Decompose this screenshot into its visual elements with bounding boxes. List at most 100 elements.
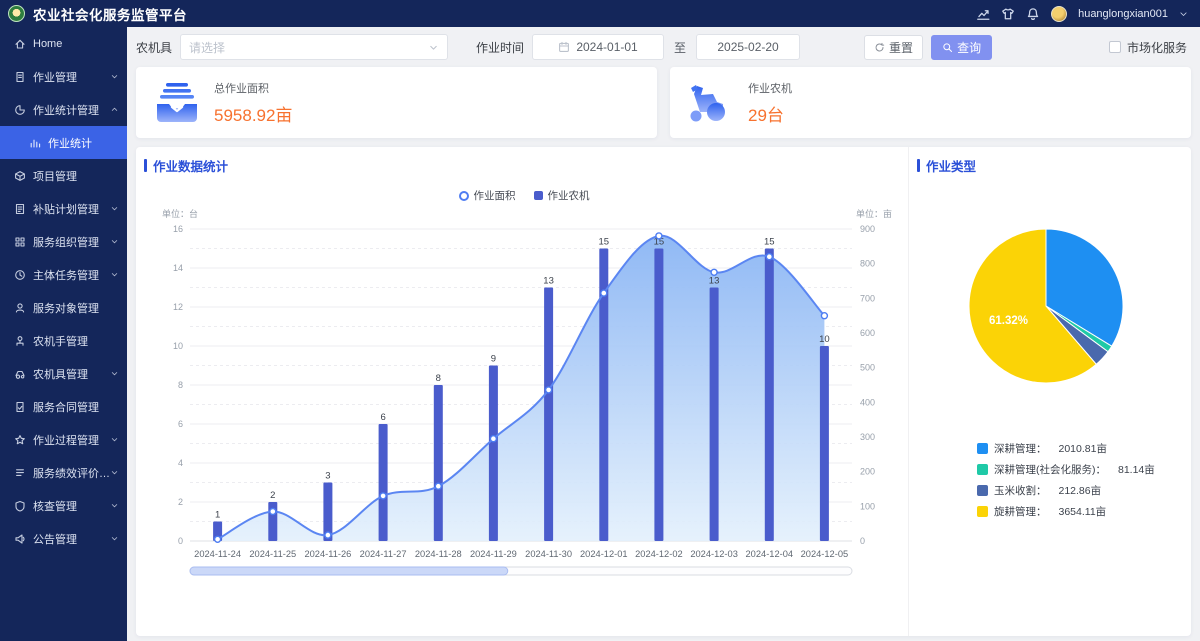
chevron-down-icon [110,534,119,543]
sidebar-item-service-object-mgmt[interactable]: 服务对象管理 [0,291,127,324]
area-series[interactable] [218,236,825,541]
bell-icon[interactable] [1026,7,1040,21]
machine-select[interactable]: 请选择 [180,34,448,60]
sidebar-item-label: 补贴计划管理 [33,201,99,217]
pie-chart[interactable]: 61.32% [917,179,1181,431]
sidebar-item-label: 作业统计管理 [33,102,99,118]
sidebar-item-service-org-mgmt[interactable]: 服务组织管理 [0,225,127,258]
sidebar-item-service-contract-mgmt[interactable]: 服务合同管理 [0,390,127,423]
marker-2024-12-05[interactable] [821,313,827,319]
svg-text:0: 0 [860,536,865,546]
sidebar-item-work-stat-mgmt[interactable]: 作业统计管理 [0,93,127,126]
sidebar-menu: Home作业管理作业统计管理作业统计项目管理补贴计划管理服务组织管理主体任务管理… [0,27,127,555]
svg-text:15: 15 [764,237,775,248]
svg-text:700: 700 [860,293,875,303]
svg-text:8: 8 [436,373,441,384]
pie-legend-item-0[interactable]: 深耕管理：2010.81亩 [977,441,1181,456]
zoom-slider-thumb[interactable] [190,567,508,575]
pie-legend-item-2[interactable]: 玉米收割：212.86亩 [977,483,1181,498]
marker-2024-12-03[interactable] [711,269,717,275]
sidebar-item-label: 作业统计 [48,135,92,151]
stat-cards: 总作业面积 5958.92亩 作业农机 [136,67,1191,138]
marker-2024-11-27[interactable] [380,493,386,499]
svg-text:2024-11-26: 2024-11-26 [304,549,351,559]
work-data-title: 作业数据统计 [144,156,904,175]
sidebar-item-verify-mgmt[interactable]: 核查管理 [0,489,127,522]
process-icon [14,434,26,446]
svg-text:0: 0 [178,536,183,546]
trend-chart-icon[interactable] [976,7,990,21]
date-start-input[interactable]: 2024-01-01 [532,34,664,60]
legend-item-area[interactable]: 作业面积 [459,188,516,203]
sidebar-item-home[interactable]: Home [0,27,127,60]
stat-icon [29,137,41,149]
date-end-value: 2025-02-20 [717,40,778,54]
query-button[interactable]: 查询 [931,35,992,60]
machine-count-card: 作业农机 29台 [670,67,1191,138]
chevron-down-icon[interactable] [1179,9,1188,18]
bar-2024-11-29[interactable] [489,366,498,542]
sidebar-item-work-process-mgmt[interactable]: 作业过程管理 [0,423,127,456]
charts-panel: 作业数据统计 作业面积 作业农机 02468101214160100200300… [136,147,1191,636]
svg-text:900: 900 [860,224,875,234]
market-service-toggle[interactable]: 市场化服务 [1109,39,1191,56]
svg-text:2024-11-30: 2024-11-30 [525,549,572,559]
chevron-down-icon [110,369,119,378]
svg-text:2024-11-24: 2024-11-24 [194,549,241,559]
line-series-marker-icon [459,191,469,201]
pie-legend-name: 深耕管理(社会化服务)： [994,462,1106,477]
marker-2024-11-24[interactable] [215,536,221,542]
sidebar-item-label: 服务合同管理 [33,399,99,415]
pie-legend-value: 212.86亩 [1059,483,1102,498]
sidebar-item-notice-mgmt[interactable]: 公告管理 [0,522,127,555]
svg-text:1: 1 [215,510,220,521]
market-service-checkbox[interactable] [1109,41,1121,53]
sidebar-item-subsidy-plan-mgmt[interactable]: 补贴计划管理 [0,192,127,225]
svg-text:13: 13 [709,276,720,287]
pie-legend-item-1[interactable]: 深耕管理(社会化服务)：81.14亩 [977,462,1181,477]
legend-swatch-icon [977,485,988,496]
sidebar-item-project-mgmt[interactable]: 项目管理 [0,159,127,192]
bar-2024-12-05[interactable] [820,346,829,541]
bar-2024-11-27[interactable] [379,424,388,541]
sidebar-item-machine-operator-mgmt[interactable]: 农机手管理 [0,324,127,357]
legend-item-bar[interactable]: 作业农机 [534,188,590,203]
bar-2024-12-03[interactable] [710,288,719,542]
svg-text:12: 12 [173,302,183,312]
check-icon [14,500,26,512]
marker-2024-11-30[interactable] [546,387,552,393]
marker-2024-12-01[interactable] [601,290,607,296]
svg-text:2024-11-27: 2024-11-27 [360,549,407,559]
avatar[interactable] [1051,6,1067,22]
marker-2024-11-25[interactable] [270,509,276,515]
marker-2024-12-04[interactable] [766,254,772,260]
reset-button[interactable]: 重置 [864,35,923,60]
range-separator: 至 [674,39,686,56]
svg-text:400: 400 [860,397,875,407]
marker-2024-11-29[interactable] [490,436,496,442]
chevron-up-icon [110,105,119,114]
notice-icon [14,533,26,545]
sidebar-item-label: 农机手管理 [33,333,88,349]
marker-2024-11-28[interactable] [435,483,441,489]
theme-tee-icon[interactable] [1001,7,1015,21]
sidebar-item-machinery-mgmt[interactable]: 农机具管理 [0,357,127,390]
bar-2024-11-30[interactable] [544,288,553,542]
username[interactable]: huanglongxian001 [1078,8,1168,20]
sidebar-item-work-mgmt[interactable]: 作业管理 [0,60,127,93]
marker-2024-11-26[interactable] [325,532,331,538]
bar-2024-12-02[interactable] [654,249,663,542]
search-icon [942,42,953,53]
title-accent-bar [144,159,147,172]
pie-legend-name: 旋耕管理： [994,504,1047,519]
sidebar-item-service-eval-mgmt[interactable]: 服务绩效评价管理 [0,456,127,489]
sidebar-item-subject-task-mgmt[interactable]: 主体任务管理 [0,258,127,291]
sidebar-item-work-stat[interactable]: 作业统计 [0,126,127,159]
combo-chart[interactable]: 0246810121416010020030040050060070080090… [144,205,904,609]
marker-2024-12-02[interactable] [656,233,662,239]
bar-2024-11-28[interactable] [434,385,443,541]
pie-legend-item-3[interactable]: 旋耕管理：3654.11亩 [977,504,1181,519]
date-end-input[interactable]: 2025-02-20 [696,34,800,60]
task-icon [14,269,26,281]
bar-2024-12-04[interactable] [765,249,774,542]
